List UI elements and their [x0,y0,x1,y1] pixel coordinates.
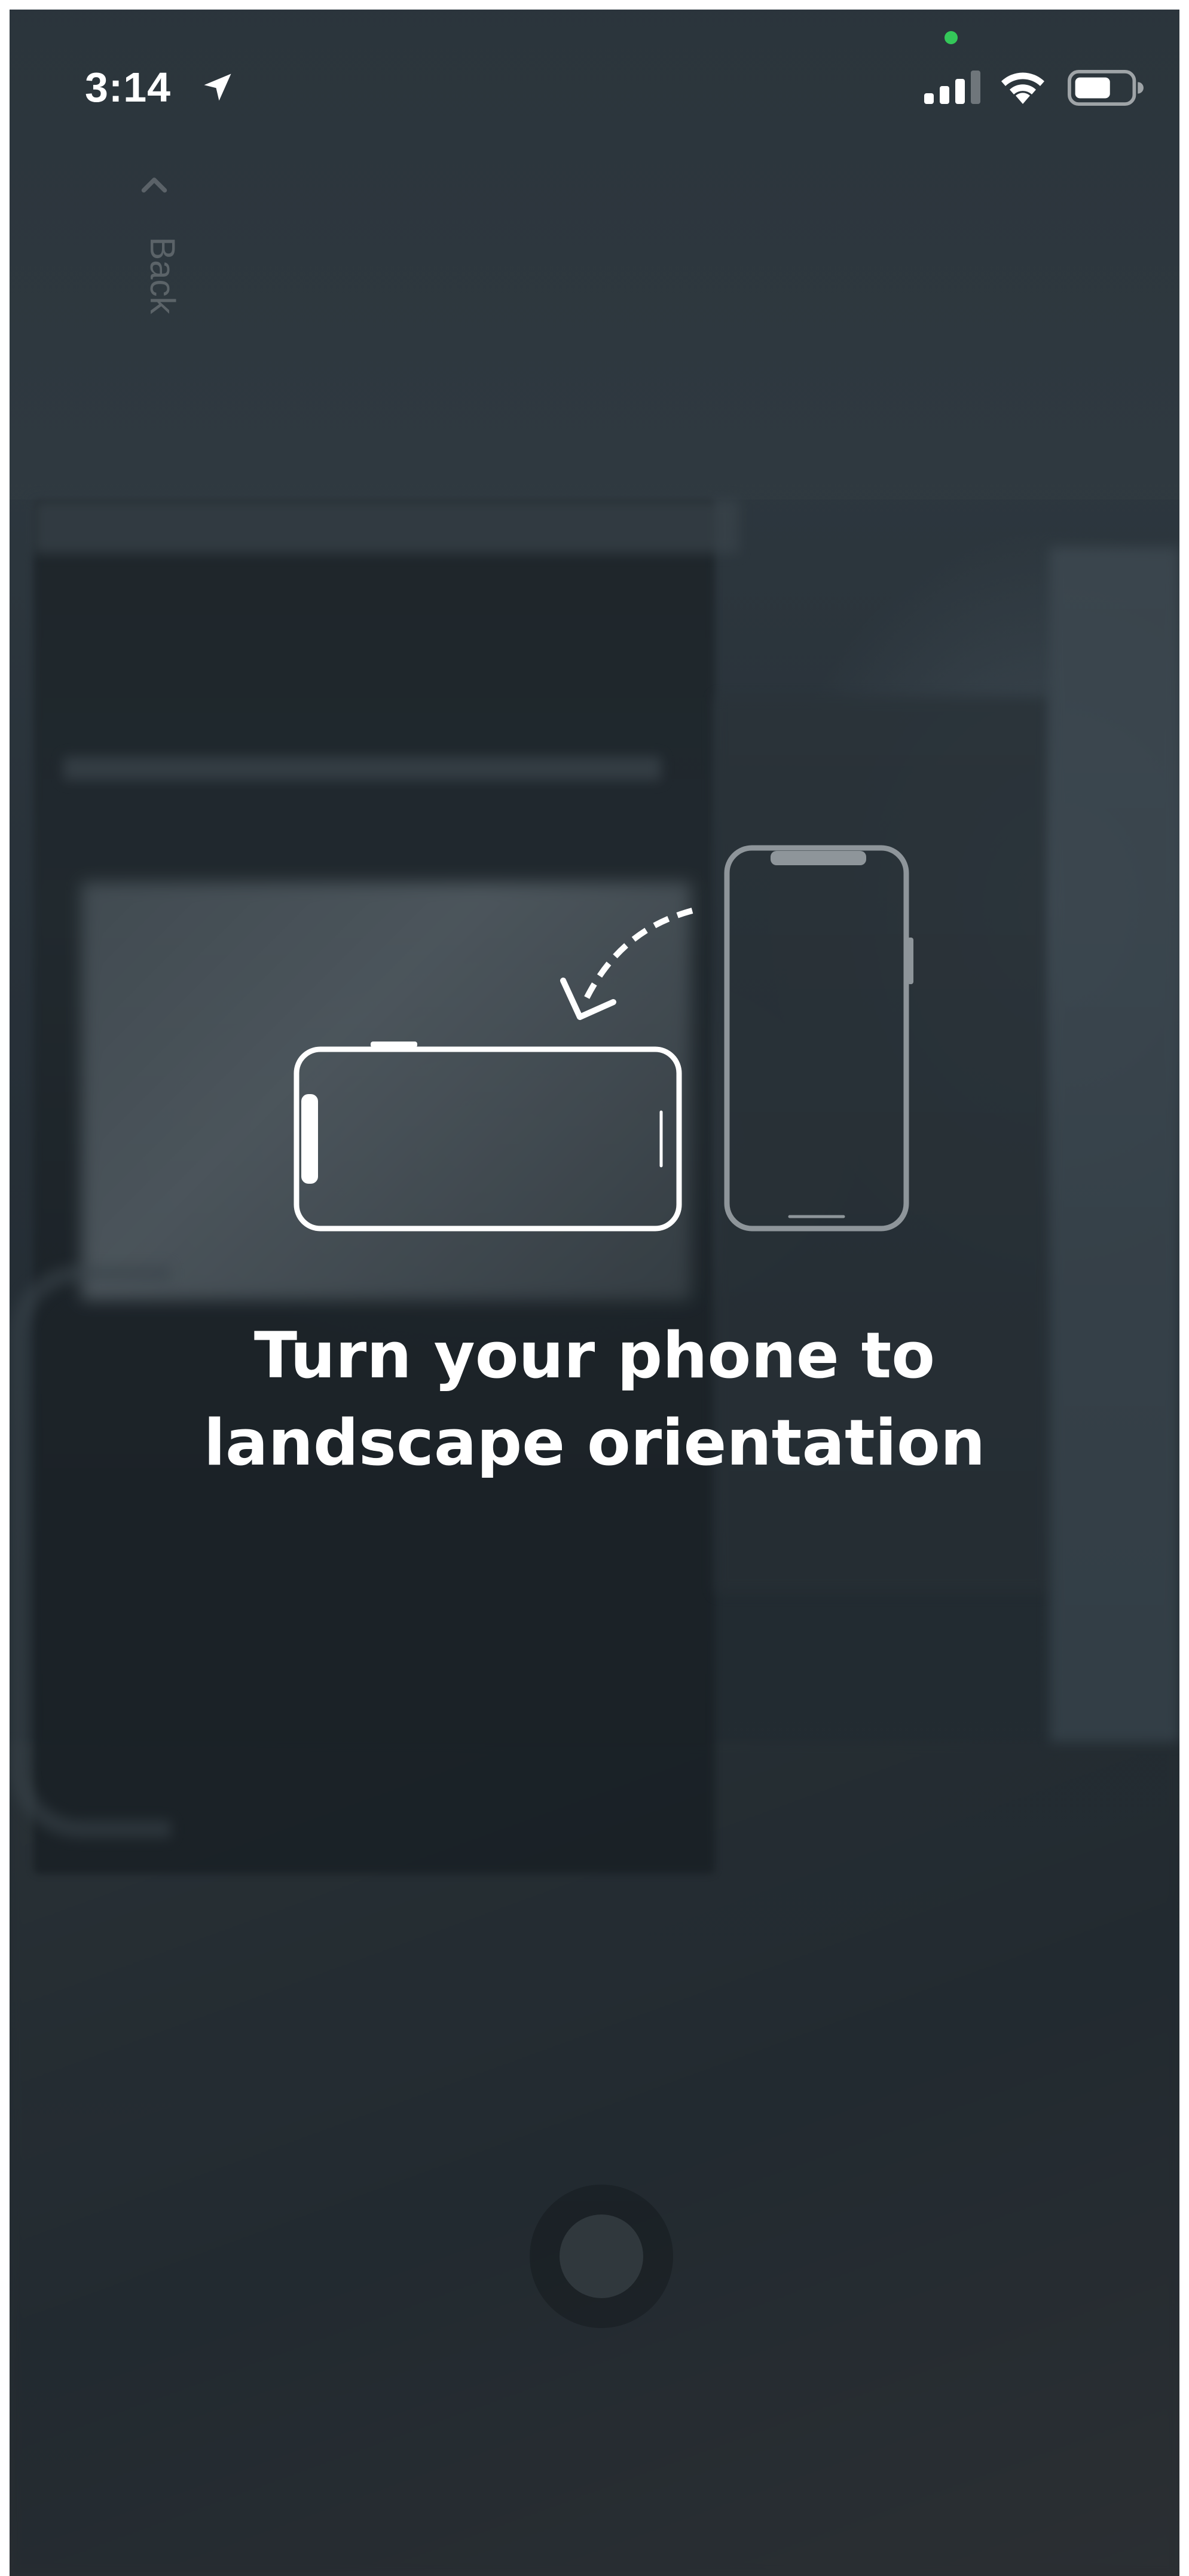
instruction-line-2: landscape orientation [203,1406,986,1480]
wifi-icon [1001,72,1044,104]
instruction-line-1: Turn your phone to [253,1319,936,1392]
curved-arrow-icon [560,908,693,1020]
cellular-signal-icon [924,71,980,104]
privacy-indicator-dot [945,31,958,44]
camera-screen: 3:14 Back Turn your phone to landscape o… [10,10,1179,2576]
location-arrow-icon [204,73,231,101]
status-bar: 3:14 [10,10,1179,153]
status-time: 3:14 [85,64,172,111]
background-shelf-middle [63,756,661,780]
battery-icon [1068,69,1144,106]
landscape-phone-icon [294,1042,682,1232]
capture-button[interactable] [530,2185,673,2328]
orientation-instruction: Turn your phone to landscape orientation [10,1312,1179,1487]
background-wall [1050,547,1179,1742]
rotate-phone-illustration [294,845,913,1232]
back-button[interactable]: Back [126,171,186,332]
portrait-phone-icon [724,845,913,1232]
background-shelf-top [33,500,739,553]
back-label: Back [143,237,182,314]
chevron-left-icon [141,177,167,193]
shutter-button-icon [560,2214,643,2298]
